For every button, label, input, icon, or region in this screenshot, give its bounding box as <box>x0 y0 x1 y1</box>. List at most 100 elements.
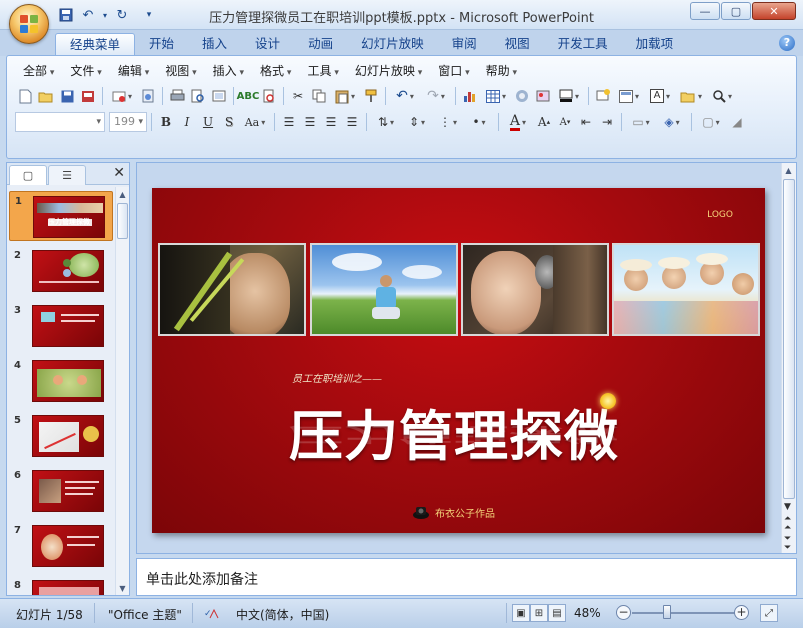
text-box-icon[interactable]: A <box>645 86 675 106</box>
slide-thumbnail[interactable]: 1 压力管理探微 <box>9 191 113 241</box>
panel-close-icon[interactable]: ✕ <box>113 165 125 181</box>
slide-thumbnail[interactable]: 6 <box>9 466 113 516</box>
numbering-icon[interactable]: ⋮ <box>433 112 463 132</box>
slide-layout-icon[interactable] <box>614 86 644 106</box>
zoom-in-icon[interactable]: + <box>734 605 749 620</box>
redo-icon[interactable]: ↷ <box>421 86 451 106</box>
maximize-button[interactable]: ▢ <box>721 2 751 20</box>
menu-item[interactable]: 工具 <box>299 62 346 80</box>
copy-icon[interactable] <box>309 86 329 106</box>
fit-to-window-icon[interactable]: ⤢ <box>760 604 778 622</box>
spell-check-icon[interactable]: ✓ <box>204 606 220 623</box>
slide-thumbnail[interactable]: 4 <box>9 356 113 406</box>
slide-editor-scrollbar[interactable]: ▲ ▼ ⏶ ⏶ ⏷ ⏷ <box>781 163 796 553</box>
normal-view-icon[interactable]: ▣ <box>512 604 530 622</box>
slide-thumbnail[interactable]: 3 <box>9 301 113 351</box>
current-slide[interactable]: LOGO 员工在职培训之—— 压力管理探微 压力管理探微 布衣公子作品 <box>152 188 765 533</box>
publish-icon[interactable] <box>138 86 158 106</box>
previous-slide-icon[interactable]: ⏶ ⏶ <box>784 515 791 533</box>
menu-item[interactable]: 视图 <box>157 62 204 80</box>
scroll-thumb[interactable] <box>783 179 795 499</box>
language-indicator[interactable]: 中文(简体，中国) <box>236 606 329 623</box>
decrease-indent-icon[interactable]: ⇤ <box>576 112 596 132</box>
underline-icon[interactable]: U <box>198 112 218 132</box>
menu-item[interactable]: 文件 <box>62 62 109 80</box>
outline-tab[interactable]: ☰ <box>48 165 86 185</box>
font-color-icon[interactable]: A <box>503 112 533 132</box>
menu-item[interactable]: 插入 <box>205 62 252 80</box>
slides-panel-scrollbar[interactable]: ▲ ▼ <box>115 187 129 595</box>
italic-icon[interactable]: I <box>177 112 197 132</box>
scroll-down-icon[interactable]: ▼ <box>784 503 791 512</box>
align-center-icon[interactable]: ☰ <box>300 112 320 132</box>
menu-item[interactable]: 帮助 <box>478 62 525 80</box>
new-document-icon[interactable] <box>15 86 35 106</box>
zoom-out-icon[interactable]: − <box>616 605 631 620</box>
office-button[interactable] <box>9 4 49 44</box>
arrange-icon[interactable]: ◈ <box>657 112 687 132</box>
permission-icon[interactable] <box>78 86 98 106</box>
next-slide-icon[interactable]: ⏷ ⏷ <box>784 535 791 553</box>
color-scheme-icon[interactable] <box>554 86 584 106</box>
zoom-level[interactable]: 48% <box>574 606 601 620</box>
insert-table-icon[interactable] <box>481 86 511 106</box>
ribbon-tab[interactable]: 审阅 <box>438 33 491 56</box>
slides-tab[interactable]: ▢ <box>9 165 47 185</box>
save-icon[interactable] <box>57 86 77 106</box>
scroll-thumb[interactable] <box>117 203 128 239</box>
help-icon[interactable]: ? <box>779 35 795 51</box>
decrease-font-icon[interactable]: A ▾ <box>555 112 575 132</box>
ribbon-tab[interactable]: 开始 <box>135 33 188 56</box>
menu-item[interactable]: 窗口 <box>430 62 477 80</box>
ribbon-tab[interactable]: 插入 <box>188 33 241 56</box>
bold-icon[interactable]: B <box>156 112 176 132</box>
ribbon-tab[interactable]: 开发工具 <box>544 33 622 56</box>
theme-name[interactable]: "Office 主题" <box>108 606 182 623</box>
quick-styles-icon[interactable]: ▢ <box>696 112 726 132</box>
font-name-combo[interactable] <box>15 112 105 132</box>
menu-item[interactable]: 编辑 <box>110 62 157 80</box>
paste-icon[interactable] <box>330 86 360 106</box>
line-spacing-icon[interactable]: ⇕ <box>402 112 432 132</box>
open-folder-icon[interactable] <box>36 86 56 106</box>
menu-item[interactable]: 格式 <box>252 62 299 80</box>
shapes-icon[interactable]: ▭ <box>626 112 656 132</box>
format-painter-icon[interactable] <box>361 86 381 106</box>
slide-sorter-icon[interactable]: ⊞ <box>530 604 548 622</box>
shape-fill-icon[interactable]: ◢ <box>727 112 747 132</box>
ribbon-tab[interactable]: 加载项 <box>622 33 688 56</box>
email-icon[interactable] <box>107 86 137 106</box>
ribbon-tab[interactable]: 动画 <box>294 33 347 56</box>
slide-thumbnail[interactable]: 7 <box>9 521 113 571</box>
undo-icon[interactable]: ↶ <box>390 86 420 106</box>
ribbon-tab[interactable]: 视图 <box>491 33 544 56</box>
research-icon[interactable] <box>259 86 279 106</box>
menu-item[interactable]: 幻灯片放映 <box>347 62 430 80</box>
slide-thumbnail[interactable]: 2 <box>9 246 113 296</box>
ribbon-tab[interactable]: 经典菜单 <box>55 33 136 56</box>
folder-icon[interactable] <box>676 86 706 106</box>
ribbon-tab[interactable]: 幻灯片放映 <box>347 33 438 56</box>
justify-icon[interactable]: ☰ <box>342 112 362 132</box>
scroll-up-icon[interactable]: ▲ <box>782 163 795 177</box>
minimize-button[interactable]: — <box>690 2 720 20</box>
zoom-search-icon[interactable] <box>707 86 737 106</box>
zoom-slider[interactable] <box>632 612 736 614</box>
cut-icon[interactable]: ✂ <box>288 86 308 106</box>
insert-picture-icon[interactable] <box>533 86 553 106</box>
scroll-up-icon[interactable]: ▲ <box>116 187 129 201</box>
bullets-icon[interactable]: • <box>464 112 494 132</box>
new-slide-icon[interactable] <box>593 86 613 106</box>
close-button[interactable]: ✕ <box>752 2 796 20</box>
print-icon[interactable] <box>167 86 187 106</box>
zoom-slider-knob[interactable] <box>663 605 671 619</box>
page-setup-icon[interactable] <box>209 86 229 106</box>
menu-item[interactable]: 全部 <box>15 62 62 80</box>
align-right-icon[interactable]: ☰ <box>321 112 341 132</box>
spelling-icon[interactable]: ABC <box>237 86 260 106</box>
ribbon-tab[interactable]: 设计 <box>241 33 294 56</box>
notes-pane[interactable]: 单击此处添加备注 <box>136 558 797 596</box>
clip-art-icon[interactable] <box>512 86 532 106</box>
text-direction-icon[interactable]: ⇅ <box>371 112 401 132</box>
print-preview-icon[interactable] <box>188 86 208 106</box>
